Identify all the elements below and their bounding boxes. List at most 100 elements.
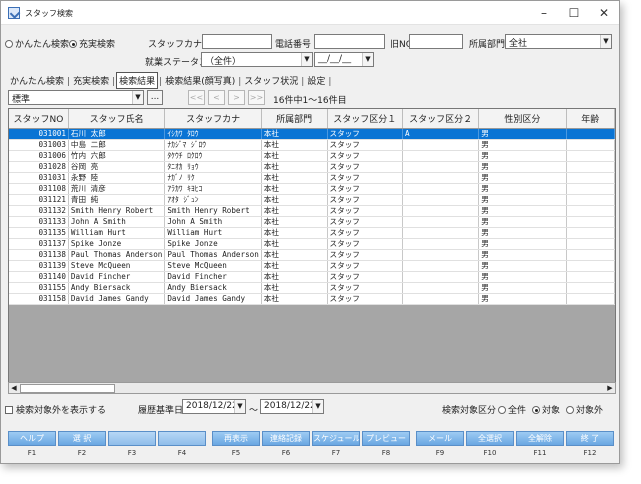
kana-input[interactable] xyxy=(202,34,272,49)
minimize-button[interactable]: – xyxy=(531,5,557,21)
table-cell: 男 xyxy=(478,249,567,261)
scroll-right-icon[interactable]: ▶ xyxy=(605,383,615,393)
table-cell: ﾀﾆｵｶ ﾘｮｳ xyxy=(164,161,262,173)
scroll-left-icon[interactable]: ◀ xyxy=(9,383,19,393)
table-cell xyxy=(402,260,480,272)
tab-settings[interactable]: 設定 xyxy=(305,73,327,88)
layout-select[interactable]: 標準 ▼ xyxy=(8,90,144,105)
column-header[interactable]: スタッフ氏名 xyxy=(68,109,166,129)
ellipsis-button[interactable]: ... xyxy=(147,90,163,105)
table-row[interactable]: 031121 青田 純ｱｵﾀ ｼﾞｭﾝ 本社 スタッフ 男 xyxy=(9,194,615,206)
tab-full-search[interactable]: 充実検索 xyxy=(71,73,111,88)
table-row[interactable]: 031140 David Fincher David Fincher 本社 スタッフ男 xyxy=(9,271,615,283)
tab-search-results[interactable]: 検索結果 xyxy=(116,72,159,89)
table-cell: 本社 xyxy=(261,172,328,184)
fkey-button-f1[interactable]: ヘルプ xyxy=(8,431,56,446)
full-search-radio[interactable]: 充実検索 xyxy=(69,37,115,50)
table-cell: 031121 xyxy=(9,194,69,206)
table-row[interactable]: 031133 John A Smith John A Smith 本社 スタッフ男 xyxy=(9,216,615,228)
table-cell: 中島 二郎 xyxy=(68,139,166,151)
tab-simple-search[interactable]: かんたん検索 xyxy=(8,73,66,88)
table-cell: スタッフ xyxy=(327,172,404,184)
phone-input[interactable] xyxy=(314,34,385,49)
table-cell xyxy=(402,172,480,184)
table-row[interactable]: 031139 Steve McQueen Steve McQueen 本社 スタッフ男 xyxy=(9,260,615,272)
oldno-input[interactable] xyxy=(409,34,463,49)
tab-results-photo[interactable]: 検索結果(顔写真) xyxy=(163,73,237,88)
maximize-button[interactable]: ☐ xyxy=(561,5,587,21)
next-page-button[interactable]: > xyxy=(228,90,245,105)
table-cell: 本社 xyxy=(261,139,328,151)
fkey-button-f12[interactable]: 終 了 xyxy=(566,431,614,446)
table-cell xyxy=(566,161,615,173)
column-header[interactable]: スタッフ区分１ xyxy=(327,109,404,129)
table-row[interactable]: 031137 Spike Jonze Spike Jonze 本社 スタッフ男 xyxy=(9,238,615,250)
simple-search-radio[interactable]: かんたん検索 xyxy=(5,37,69,50)
table-cell: 031028 xyxy=(9,161,69,173)
status-select[interactable]: （全件） ▼ xyxy=(201,52,313,67)
fkey-label: F10 xyxy=(483,449,497,457)
fkey-button-f4[interactable] xyxy=(158,431,206,446)
results-grid[interactable]: スタッフNO スタッフ氏名 スタッフカナ 所属部門 スタッフ区分１ スタッフ区分２ 性別区分… xyxy=(8,108,616,393)
table-cell: 本社 xyxy=(261,194,328,206)
radio-icon xyxy=(532,406,540,414)
scroll-thumb[interactable] xyxy=(20,384,115,393)
fkey-label: F8 xyxy=(381,449,391,457)
table-row[interactable]: 031006 竹内 六郎 ﾀｹｳﾁ ﾛｸﾛｳ 本社 スタッフ 男 xyxy=(9,150,615,162)
table-row[interactable]: 031155 Andy Biersack Andy Biersack 本社 スタッフ男 xyxy=(9,282,615,294)
column-header[interactable]: 性別区分 xyxy=(478,109,567,129)
table-row[interactable]: 031132 Smith Henry Robert Smith Henry Robe… xyxy=(9,205,615,217)
column-header[interactable]: 年齢 xyxy=(566,109,615,129)
horizontal-scrollbar[interactable]: ◀ ▶ xyxy=(8,382,616,394)
target-off-radio[interactable]: 対象外 xyxy=(566,403,603,416)
table-cell: 谷岡 亮 xyxy=(68,161,166,173)
table-cell: 031031 xyxy=(9,172,69,184)
fkey-label: F7 xyxy=(331,449,341,457)
fkey-button-f2[interactable]: 選 択 xyxy=(58,431,106,446)
app-icon xyxy=(8,7,20,19)
target-on-radio[interactable]: 対象 xyxy=(532,403,560,416)
fkey-label: F4 xyxy=(177,449,187,457)
column-header[interactable]: スタッフNO xyxy=(9,109,69,129)
table-row[interactable]: 031158 David James Gandy David James Gandy… xyxy=(9,293,615,305)
table-row[interactable]: 031028 谷岡 亮ﾀﾆｵｶ ﾘｮｳ 本社 スタッフ 男 xyxy=(9,161,615,173)
exclude-checkbox[interactable]: 検索対象外を表示する xyxy=(5,403,106,416)
table-cell: 本社 xyxy=(261,238,328,250)
table-row[interactable]: 031001 石川 太郎 ｲｼｶﾜ ﾀﾛｳ 本社 スタッフ A 男 xyxy=(9,128,615,140)
fkey-button-f6[interactable]: 連絡記録 xyxy=(262,431,310,446)
fkey-button-f5[interactable]: 再表示 xyxy=(212,431,260,446)
table-cell: 031108 xyxy=(9,183,69,195)
table-cell xyxy=(566,216,615,228)
table-cell: スタッフ xyxy=(327,150,404,162)
table-row[interactable]: 031108 荒川 清彦 ｱﾗｶﾜ ｷﾖﾋｺ 本社 スタッフ 男 xyxy=(9,183,615,195)
column-header[interactable]: 所属部門 xyxy=(261,109,328,129)
fkey-button-f9[interactable]: メール xyxy=(416,431,464,446)
table-cell: 031001 xyxy=(9,128,69,140)
last-page-button[interactable]: >> xyxy=(248,90,265,105)
target-all-radio[interactable]: 全件 xyxy=(498,403,526,416)
fkey-button-f8[interactable]: プレビュー xyxy=(362,431,410,446)
table-cell: 本社 xyxy=(261,161,328,173)
first-page-button[interactable]: << xyxy=(188,90,205,105)
close-button[interactable]: ✕ xyxy=(591,5,617,21)
dept-select[interactable]: 全社 ▼ xyxy=(505,34,612,49)
fkey-button-f11[interactable]: 全解除 xyxy=(516,431,564,446)
date-picker[interactable]: __/__/__ ▼ xyxy=(314,52,374,67)
tab-staff-status[interactable]: スタッフ状況 xyxy=(242,73,300,88)
table-cell: Andy Biersack xyxy=(164,282,262,294)
fkey-button-f10[interactable]: 全選択 xyxy=(466,431,514,446)
table-row[interactable]: 031003 中島 二郎 ﾅｶｼﾞﾏ ｼﾞﾛｳ 本社 スタッフ 男 xyxy=(9,139,615,151)
table-row[interactable]: 031135 William Hurt William Hurt 本社 スタッフ男 xyxy=(9,227,615,239)
table-row[interactable]: 031138 Paul Thomas Anderson Paul Thomas An… xyxy=(9,249,615,261)
history-date-from[interactable]: 2018/12/22 ▼ xyxy=(182,399,246,414)
column-header[interactable]: スタッフカナ xyxy=(164,109,262,129)
column-header[interactable]: スタッフ区分２ xyxy=(402,109,480,129)
fkey-button-f7[interactable]: スケジュール xyxy=(312,431,360,446)
fkey-button-f3[interactable] xyxy=(108,431,156,446)
table-cell: 本社 xyxy=(261,128,328,140)
staff-search-window: スタッフ検索 – ☐ ✕ かんたん検索 充実検索 スタッフカナ 電話番号 旧NO… xyxy=(0,0,620,464)
history-date-to[interactable]: 2018/12/22 ▼ xyxy=(260,399,324,414)
prev-page-button[interactable]: < xyxy=(208,90,225,105)
table-cell xyxy=(566,260,615,272)
table-row[interactable]: 031031 永野 陸ﾅｶﾞﾉ ﾘｸ 本社 スタッフ 男 xyxy=(9,172,615,184)
